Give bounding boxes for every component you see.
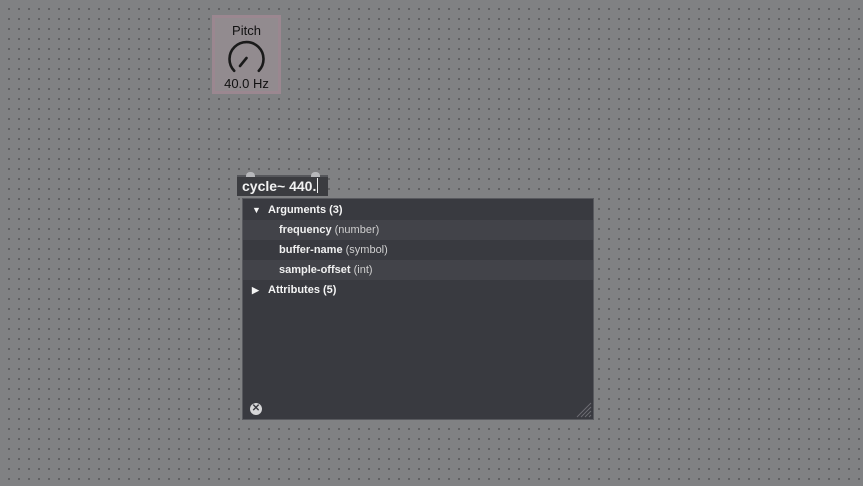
dial-value: 40.0 Hz xyxy=(224,76,269,91)
inlet-right[interactable] xyxy=(311,172,320,177)
argument-name: frequency xyxy=(279,224,332,236)
arguments-header-label: Arguments (3) xyxy=(268,204,343,216)
arguments-section-header[interactable]: ▼ Arguments (3) xyxy=(243,200,593,220)
object-text: cycle~ 440. xyxy=(242,178,317,194)
argument-type: (symbol) xyxy=(345,244,388,256)
argument-type: (number) xyxy=(334,224,380,236)
attributes-section-header[interactable]: ▶ Attributes (5) xyxy=(243,280,593,300)
attributes-header-label: Attributes (5) xyxy=(268,284,337,296)
dial-label: Pitch xyxy=(232,23,261,38)
collapse-arrow-icon: ▶ xyxy=(252,285,259,295)
object-reference-popup: ▼ Arguments (3) frequency (number) buffe… xyxy=(242,198,594,420)
argument-name: buffer-name xyxy=(279,244,343,256)
resize-grip-icon[interactable] xyxy=(574,400,592,418)
argument-name: sample-offset xyxy=(279,264,351,276)
argument-type: (int) xyxy=(353,264,373,276)
argument-item[interactable]: sample-offset (int) xyxy=(243,260,593,280)
object-box[interactable]: cycle~ 440. xyxy=(237,172,328,196)
argument-item[interactable]: buffer-name (symbol) xyxy=(243,240,593,260)
text-cursor xyxy=(317,178,319,193)
object-text-input[interactable]: cycle~ 440. xyxy=(242,178,319,194)
close-icon[interactable]: ✕ xyxy=(250,403,262,415)
pitch-dial[interactable]: Pitch 40.0 Hz xyxy=(212,15,281,94)
argument-item[interactable]: frequency (number) xyxy=(243,220,593,240)
dial-knob-icon[interactable] xyxy=(227,38,266,77)
inlet-left[interactable] xyxy=(246,172,255,177)
expand-arrow-icon: ▼ xyxy=(252,205,261,215)
